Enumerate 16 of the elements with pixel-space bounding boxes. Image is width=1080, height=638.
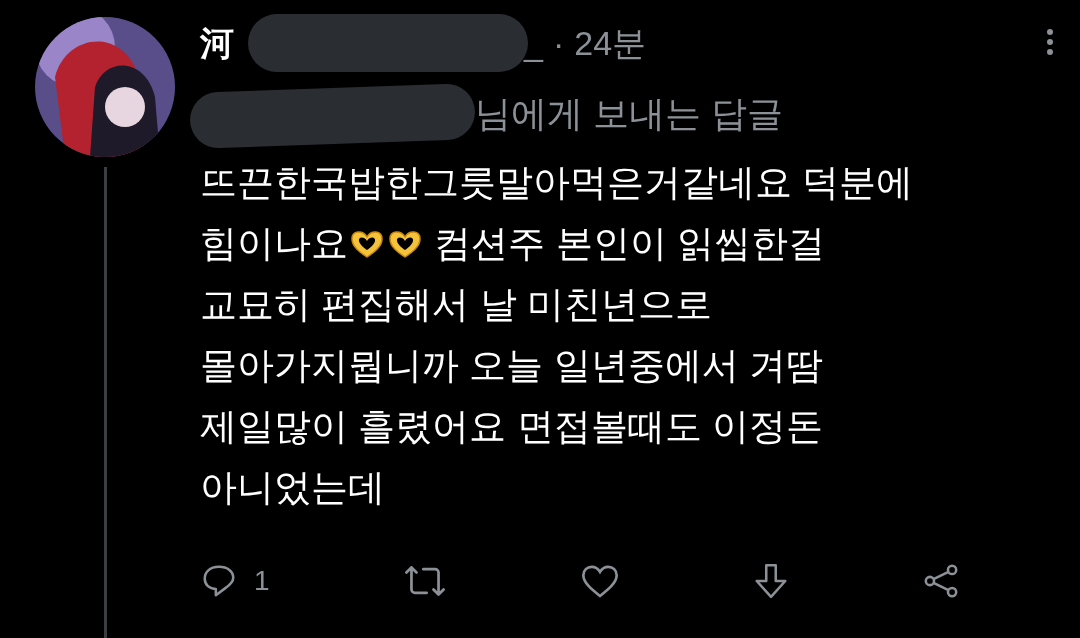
tweet-text: 뜨끈한국밥한그릇말아먹은거같네요 덕분에 (200, 161, 914, 205)
separator: · (552, 23, 565, 64)
tweet-text: 제일많이 흘렸어요 면접볼때도 이정돈 (200, 405, 823, 449)
tweet-text: 아니었는데 (200, 466, 385, 510)
author-handle: _ (524, 23, 543, 64)
heart-hands-icon (387, 228, 423, 259)
tweet-text: 컴션주 본인이 읽씹한걸 (433, 222, 825, 266)
reply-context: 님에게 보내는 답글 (475, 92, 783, 136)
tweet-text: 교묘히 편집해서 날 미친년으로 (200, 283, 712, 327)
timestamp: 24분 (574, 23, 647, 64)
heart-hands-icon (349, 228, 385, 259)
tweet-text: 몰아가지뭡니까 오늘 일년중에서 겨땀 (200, 344, 823, 388)
more-icon[interactable] (1046, 28, 1054, 56)
reply-count: 1 (254, 564, 270, 598)
tweet-text: 힘이나요 (200, 222, 348, 266)
author-name: 河 (200, 23, 234, 64)
